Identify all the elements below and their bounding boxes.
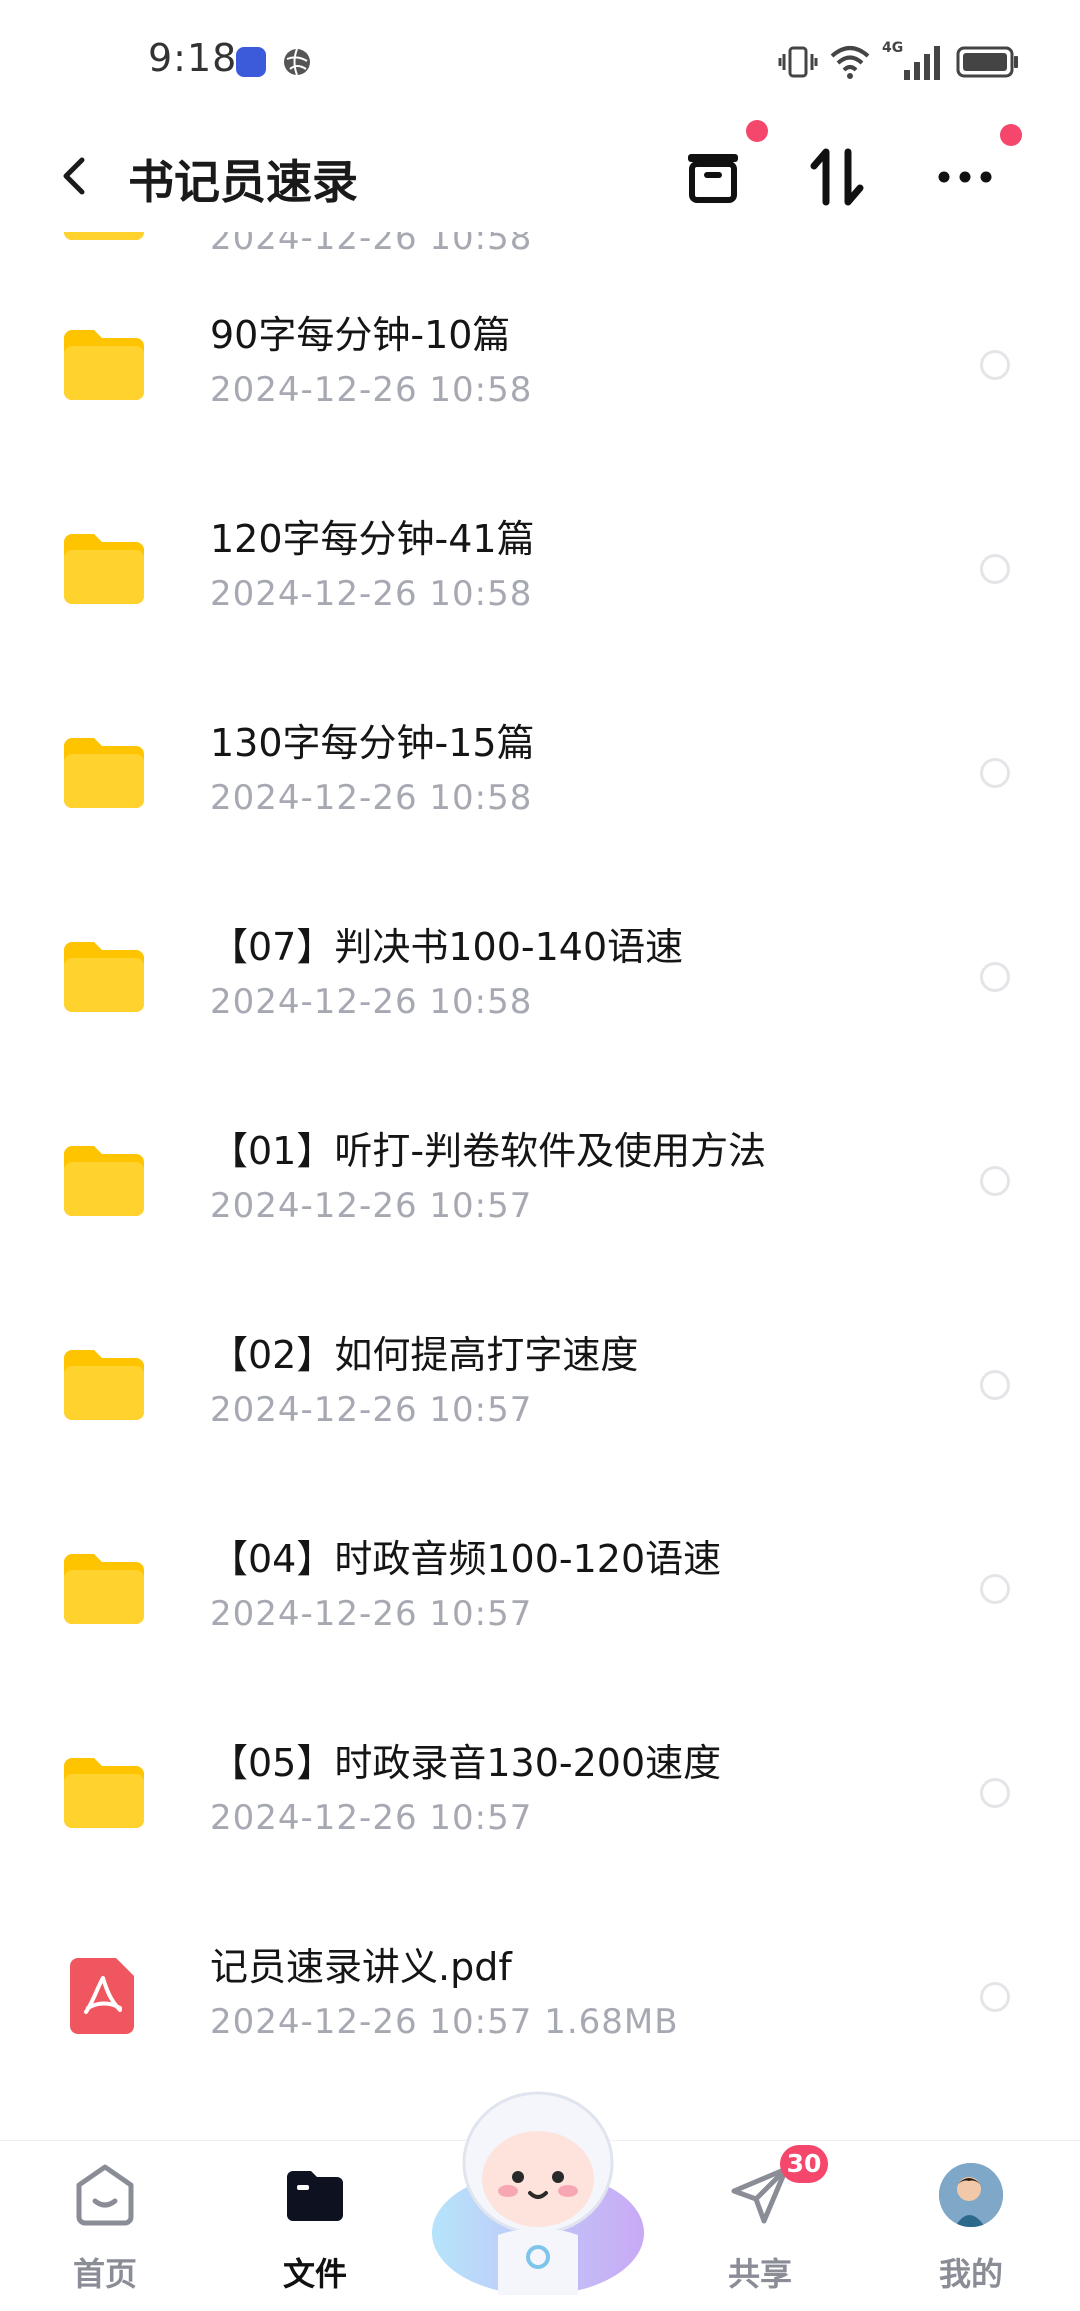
folder-icon — [64, 942, 144, 1012]
tab-files[interactable]: 文件 — [240, 2141, 390, 2311]
list-item[interactable]: 【05】时政录音130-200速度 2024-12-26 10:57 — [0, 1690, 1080, 1894]
more-dots-icon[interactable] — [930, 142, 1000, 212]
list-item[interactable]: 记员速录讲义.pdf 2024-12-26 10:57 1.68MB — [0, 1894, 1080, 2098]
file-name: 【07】判决书100-140语速 — [210, 925, 684, 969]
notification-app-icon — [236, 47, 266, 77]
top-app-bar: 书记员速录 — [0, 120, 1080, 232]
file-name: 【04】时政音频100-120语速 — [210, 1537, 722, 1581]
file-meta: 2024-12-26 10:57 1.68MB — [210, 2002, 679, 2042]
file-name: 130字每分钟-15篇 — [210, 721, 535, 765]
file-name: 记员速录讲义.pdf — [210, 1945, 512, 1989]
tab-files-label: 文件 — [282, 2255, 347, 2293]
vibrate-icon — [778, 46, 818, 78]
file-name: 【05】时政录音130-200速度 — [210, 1741, 722, 1785]
cellular-signal: 4G — [882, 40, 946, 82]
list-item[interactable]: 130字每分钟-15篇 2024-12-26 10:58 — [0, 670, 1080, 874]
list-item[interactable]: 【07】判决书100-140语速 2024-12-26 10:58 — [0, 874, 1080, 1078]
folder-icon — [64, 534, 144, 604]
avatar-image — [939, 2163, 1003, 2227]
list-item[interactable]: 【01】听打-判卷软件及使用方法 2024-12-26 10:57 — [0, 1078, 1080, 1282]
tab-share-label: 共享 — [727, 2255, 792, 2293]
select-radio[interactable] — [980, 1166, 1010, 1196]
mascot-icon[interactable] — [428, 2085, 648, 2300]
archive-box-icon[interactable] — [678, 142, 748, 212]
file-name: 【01】听打-判卷软件及使用方法 — [210, 1129, 767, 1173]
folder-icon — [64, 1554, 144, 1624]
list-item[interactable]: 120字每分钟-41篇 2024-12-26 10:58 — [0, 466, 1080, 670]
file-meta: 2024-12-26 10:57 — [210, 1186, 533, 1226]
file-meta: 2024-12-26 10:58 — [210, 982, 533, 1022]
file-name: 120字每分钟-41篇 — [210, 517, 535, 561]
select-radio[interactable] — [980, 1982, 1010, 2012]
file-meta: 2024-12-26 10:58 — [210, 574, 533, 614]
folder-icon — [64, 232, 144, 240]
file-meta: 2024-12-26 10:58 — [210, 778, 533, 818]
more-notification-dot — [1000, 124, 1022, 146]
folder-icon — [64, 1350, 144, 1420]
status-time: 9:18 — [148, 36, 238, 80]
status-right: 4G — [778, 40, 1020, 84]
select-radio[interactable] — [980, 350, 1010, 380]
folder-icon — [64, 738, 144, 808]
chevron-left-icon[interactable] — [50, 148, 100, 204]
tab-home[interactable]: 首页 — [30, 2141, 180, 2311]
status-bar: 9:18 4G — [0, 0, 1080, 120]
tab-home-label: 首页 — [72, 2255, 137, 2293]
file-name: 90字每分钟-10篇 — [210, 313, 511, 357]
network-type-label: 4G — [882, 40, 904, 56]
select-radio[interactable] — [980, 554, 1010, 584]
wifi-icon — [830, 46, 870, 79]
pdf-file-icon — [70, 1958, 134, 2034]
select-radio[interactable] — [980, 962, 1010, 992]
sort-arrows-icon[interactable] — [802, 142, 872, 212]
folder-icon — [64, 330, 144, 400]
globe-icon — [284, 48, 310, 76]
archive-notification-dot — [746, 120, 768, 142]
list-item[interactable]: 【04】时政音频100-120语速 2024-12-26 10:57 — [0, 1486, 1080, 1690]
home-face-icon — [76, 2164, 134, 2226]
list-item[interactable]: 90字每分钟-10篇 2024-12-26 10:58 — [0, 262, 1080, 466]
file-meta: 2024-12-26 10:57 — [210, 1594, 533, 1634]
select-radio[interactable] — [980, 1778, 1010, 1808]
folder-icon — [64, 1758, 144, 1828]
battery-icon — [956, 46, 1018, 78]
file-meta: 2024-12-26 10:58 — [210, 370, 533, 410]
folder-icon — [64, 1146, 144, 1216]
page-title: 书记员速录 — [128, 155, 358, 209]
signal-bars-icon — [904, 46, 940, 80]
tab-me-label: 我的 — [938, 2255, 1003, 2293]
folder-tab-icon — [287, 2171, 343, 2221]
select-radio[interactable] — [980, 1574, 1010, 1604]
list-item[interactable]: 【02】如何提高打字速度 2024-12-26 10:57 — [0, 1282, 1080, 1486]
file-name: 【02】如何提高打字速度 — [210, 1333, 639, 1377]
file-meta: 2024-12-26 10:57 — [210, 1390, 533, 1430]
share-count-badge: 30 — [780, 2145, 828, 2183]
file-meta: 2024-12-26 10:58 — [210, 232, 533, 258]
select-radio[interactable] — [980, 1370, 1010, 1400]
file-list: 2024-12-26 10:58 90字每分钟-10篇 2024-12-26 1… — [0, 232, 1080, 2140]
avatar[interactable] — [939, 2163, 1003, 2227]
file-meta: 2024-12-26 10:57 — [210, 1798, 533, 1838]
select-radio[interactable] — [980, 758, 1010, 788]
